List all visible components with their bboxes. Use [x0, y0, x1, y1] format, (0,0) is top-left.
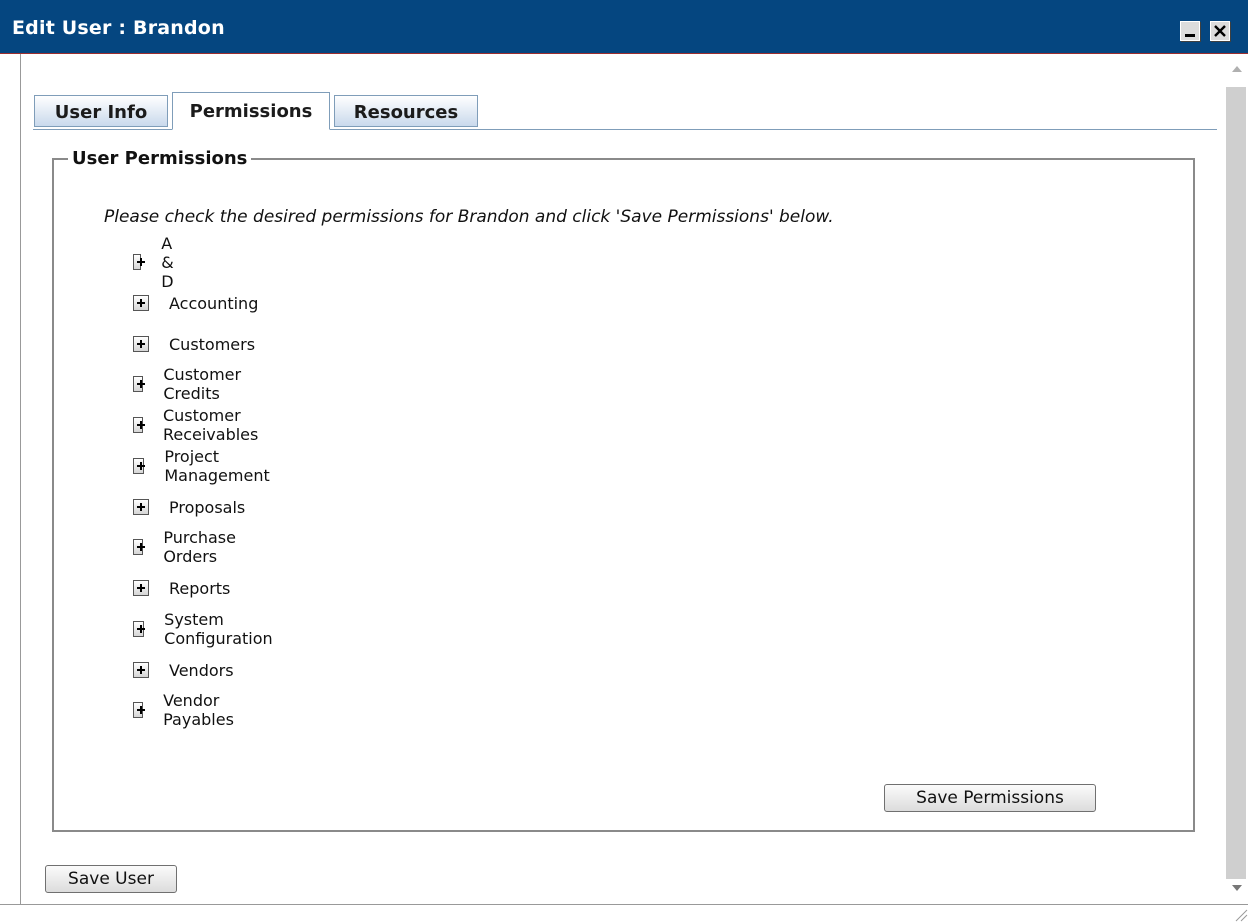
- tab-user-info[interactable]: User Info: [34, 95, 168, 127]
- tree-node-customer-receivables[interactable]: Customer Receivables: [133, 406, 264, 444]
- tab-permissions[interactable]: Permissions: [172, 92, 330, 130]
- tree-node-a-d[interactable]: A & D: [133, 234, 181, 291]
- tree-node-label: Accounting: [169, 293, 259, 313]
- expand-plus-icon[interactable]: [133, 295, 149, 311]
- expand-plus-icon[interactable]: [133, 417, 145, 433]
- tree-node-label: Purchase Orders: [163, 528, 236, 566]
- tree-node-label: Reports: [169, 578, 231, 598]
- expand-plus-icon[interactable]: [133, 336, 149, 352]
- tree-node-accounting[interactable]: Accounting: [133, 291, 258, 315]
- window-titlebar: Edit User : Brandon: [0, 0, 1248, 54]
- fieldset-legend: User Permissions: [68, 148, 252, 169]
- tree-node-label: Customer Credits: [163, 365, 242, 403]
- expand-plus-icon[interactable]: [133, 254, 146, 270]
- tree-node-project-management[interactable]: Project Management: [133, 447, 274, 485]
- tree-node-customers[interactable]: Customers: [133, 332, 255, 356]
- resize-grip-icon[interactable]: [1232, 906, 1248, 922]
- scrollbar-thumb[interactable]: [1226, 87, 1246, 879]
- tree-node-customer-credits[interactable]: Customer Credits: [133, 365, 247, 403]
- minimize-icon[interactable]: [1180, 21, 1200, 41]
- close-icon[interactable]: [1210, 21, 1230, 41]
- tree-node-vendor-payables[interactable]: Vendor Payables: [133, 691, 240, 729]
- tree-node-label: System Configuration: [164, 610, 273, 648]
- expand-plus-icon[interactable]: [133, 580, 149, 596]
- expand-plus-icon[interactable]: [133, 539, 146, 555]
- expand-plus-icon[interactable]: [133, 458, 146, 474]
- status-bar: [0, 904, 1248, 922]
- tree-node-label: Vendors: [169, 660, 234, 680]
- tree-node-vendors[interactable]: Vendors: [133, 658, 234, 682]
- tree-node-proposals[interactable]: Proposals: [133, 495, 245, 519]
- tree-node-label: Customer Receivables: [162, 406, 259, 444]
- tree-node-label: Proposals: [169, 497, 246, 517]
- instruction-text: Please check the desired permissions for…: [104, 207, 834, 227]
- tree-node-purchase-orders[interactable]: Purchase Orders: [133, 528, 242, 566]
- tree-node-label: Project Management: [164, 447, 270, 485]
- tree-node-system-configuration[interactable]: System Configuration: [133, 610, 278, 648]
- tree-node-reports[interactable]: Reports: [133, 576, 230, 600]
- expand-plus-icon[interactable]: [133, 662, 149, 678]
- save-permissions-button[interactable]: Save Permissions: [884, 784, 1096, 812]
- scroll-up-icon[interactable]: [1232, 66, 1242, 72]
- expand-plus-icon[interactable]: [133, 376, 146, 392]
- vertical-scrollbar[interactable]: [1224, 54, 1248, 904]
- expand-plus-icon[interactable]: [133, 621, 146, 637]
- tree-node-label: Customers: [169, 334, 256, 354]
- tab-resources[interactable]: Resources: [334, 95, 478, 127]
- tree-node-label: A & D: [161, 233, 174, 291]
- window-title: Edit User : Brandon: [12, 17, 225, 39]
- expand-plus-icon[interactable]: [133, 702, 146, 718]
- expand-plus-icon[interactable]: [133, 499, 149, 515]
- save-user-button[interactable]: Save User: [45, 865, 177, 893]
- tree-node-label: Vendor Payables: [163, 691, 234, 729]
- scroll-down-icon[interactable]: [1232, 885, 1242, 891]
